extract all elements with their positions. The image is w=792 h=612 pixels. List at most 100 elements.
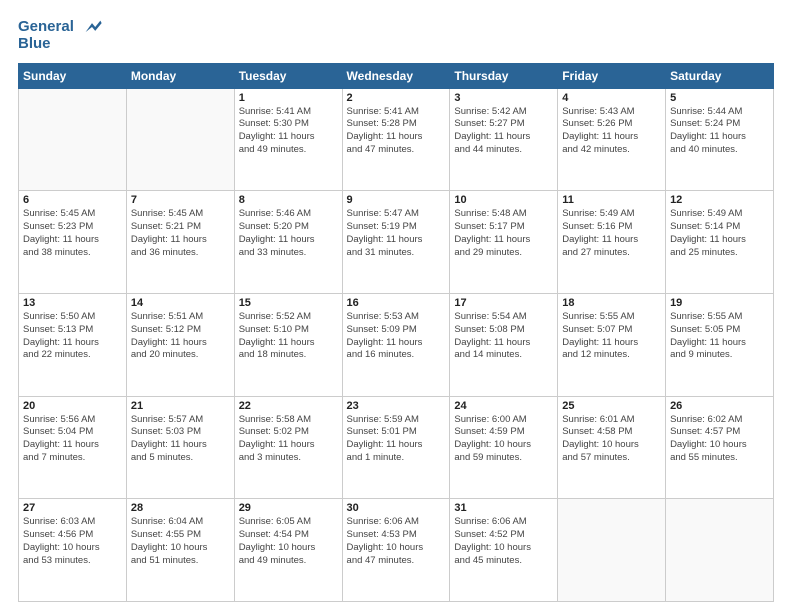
calendar-week-row: 27Sunrise: 6:03 AM Sunset: 4:56 PM Dayli… (19, 499, 774, 602)
day-number: 29 (239, 502, 338, 514)
day-number: 26 (670, 400, 769, 412)
day-detail: Sunrise: 6:06 AM Sunset: 4:52 PM Dayligh… (454, 516, 553, 567)
table-row: 16 Sunrise: 5:53 AM Sunset: 5:09 PM Dayli… (342, 293, 450, 396)
table-row: 25 Sunrise: 6:01 AM Sunset: 4:58 PM Dayli… (558, 396, 666, 499)
day-number: 14 (131, 297, 230, 309)
table-row: 5Sunrise: 5:44 AM Sunset: 5:24 PM Daylig… (666, 88, 774, 191)
day-number: 4 (562, 92, 661, 104)
day-number: 19 (670, 297, 769, 309)
table-row: 17 Sunrise: 5:54 AM Sunset: 5:08 PM Dayli… (450, 293, 558, 396)
day-number: 18 (562, 297, 661, 309)
table-row (666, 499, 774, 602)
day-detail: Sunrise: 5:56 AM Sunset: 5:04 PM Dayligh… (23, 414, 122, 465)
day-detail: Sunrise: 5:48 AM Sunset: 5:17 PM Dayligh… (454, 208, 553, 259)
day-detail: Sunrise: 5:57 AM Sunset: 5:03 PM Dayligh… (131, 414, 230, 465)
day-detail: Sunrise: 5:50 AM Sunset: 5:13 PM Dayligh… (23, 311, 122, 362)
day-detail: Sunrise: 6:05 AM Sunset: 4:54 PM Dayligh… (239, 516, 338, 567)
day-detail: Sunrise: 5:55 AM Sunset: 5:05 PM Dayligh… (670, 311, 769, 362)
logo-general: General (18, 18, 74, 35)
day-number: 10 (454, 194, 553, 206)
table-row (19, 88, 127, 191)
day-number: 20 (23, 400, 122, 412)
day-number: 22 (239, 400, 338, 412)
table-row: 10 Sunrise: 5:48 AM Sunset: 5:17 PM Dayli… (450, 191, 558, 294)
table-row: 26 Sunrise: 6:02 AM Sunset: 4:57 PM Dayli… (666, 396, 774, 499)
table-row: 14 Sunrise: 5:51 AM Sunset: 5:12 PM Dayli… (126, 293, 234, 396)
day-number: 12 (670, 194, 769, 206)
day-number: 1 (239, 92, 338, 104)
day-detail: Sunrise: 6:06 AM Sunset: 4:53 PM Dayligh… (347, 516, 446, 567)
day-number: 8 (239, 194, 338, 206)
col-tuesday: Tuesday (234, 63, 342, 88)
day-detail: Sunrise: 6:03 AM Sunset: 4:56 PM Dayligh… (23, 516, 122, 567)
day-detail: Sunrise: 5:51 AM Sunset: 5:12 PM Dayligh… (131, 311, 230, 362)
table-row: 18 Sunrise: 5:55 AM Sunset: 5:07 PM Dayli… (558, 293, 666, 396)
day-number: 7 (131, 194, 230, 206)
day-detail: Sunrise: 5:41 AM Sunset: 5:28 PM Dayligh… (347, 106, 446, 157)
table-row: 21 Sunrise: 5:57 AM Sunset: 5:03 PM Dayli… (126, 396, 234, 499)
day-number: 3 (454, 92, 553, 104)
day-number: 16 (347, 297, 446, 309)
table-row: 3 Sunrise: 5:42 AM Sunset: 5:27 PM Daylig… (450, 88, 558, 191)
day-number: 21 (131, 400, 230, 412)
logo: General Blue (18, 18, 103, 53)
calendar-week-row: 13 Sunrise: 5:50 AM Sunset: 5:13 PM Dayli… (19, 293, 774, 396)
day-detail: Sunrise: 6:01 AM Sunset: 4:58 PM Dayligh… (562, 414, 661, 465)
col-wednesday: Wednesday (342, 63, 450, 88)
day-detail: Sunrise: 5:54 AM Sunset: 5:08 PM Dayligh… (454, 311, 553, 362)
day-number: 13 (23, 297, 122, 309)
day-number: 2 (347, 92, 446, 104)
table-row: 12Sunrise: 5:49 AM Sunset: 5:14 PM Dayli… (666, 191, 774, 294)
calendar-header-row: Sunday Monday Tuesday Wednesday Thursday… (19, 63, 774, 88)
table-row: 20 Sunrise: 5:56 AM Sunset: 5:04 PM Dayli… (19, 396, 127, 499)
table-row: 2 Sunrise: 5:41 AM Sunset: 5:28 PM Daylig… (342, 88, 450, 191)
table-row: 22 Sunrise: 5:58 AM Sunset: 5:02 PM Dayli… (234, 396, 342, 499)
day-detail: Sunrise: 5:55 AM Sunset: 5:07 PM Dayligh… (562, 311, 661, 362)
table-row (558, 499, 666, 602)
day-detail: Sunrise: 5:49 AM Sunset: 5:16 PM Dayligh… (562, 208, 661, 259)
logo-bird-icon (81, 18, 103, 36)
day-detail: Sunrise: 5:46 AM Sunset: 5:20 PM Dayligh… (239, 208, 338, 259)
table-row: 4Sunrise: 5:43 AM Sunset: 5:26 PM Daylig… (558, 88, 666, 191)
day-detail: Sunrise: 5:53 AM Sunset: 5:09 PM Dayligh… (347, 311, 446, 362)
day-number: 30 (347, 502, 446, 514)
table-row: 9 Sunrise: 5:47 AM Sunset: 5:19 PM Daylig… (342, 191, 450, 294)
day-detail: Sunrise: 6:02 AM Sunset: 4:57 PM Dayligh… (670, 414, 769, 465)
table-row: 27Sunrise: 6:03 AM Sunset: 4:56 PM Dayli… (19, 499, 127, 602)
table-row: 1 Sunrise: 5:41 AM Sunset: 5:30 PM Daylig… (234, 88, 342, 191)
day-detail: Sunrise: 5:44 AM Sunset: 5:24 PM Dayligh… (670, 106, 769, 157)
table-row: 23Sunrise: 5:59 AM Sunset: 5:01 PM Dayli… (342, 396, 450, 499)
day-detail: Sunrise: 6:00 AM Sunset: 4:59 PM Dayligh… (454, 414, 553, 465)
day-number: 23 (347, 400, 446, 412)
calendar-week-row: 20 Sunrise: 5:56 AM Sunset: 5:04 PM Dayli… (19, 396, 774, 499)
table-row: 30 Sunrise: 6:06 AM Sunset: 4:53 PM Dayli… (342, 499, 450, 602)
day-number: 28 (131, 502, 230, 514)
table-row: 19 Sunrise: 5:55 AM Sunset: 5:05 PM Dayli… (666, 293, 774, 396)
day-detail: Sunrise: 5:41 AM Sunset: 5:30 PM Dayligh… (239, 106, 338, 157)
day-detail: Sunrise: 5:42 AM Sunset: 5:27 PM Dayligh… (454, 106, 553, 157)
day-number: 15 (239, 297, 338, 309)
day-number: 11 (562, 194, 661, 206)
day-detail: Sunrise: 5:45 AM Sunset: 5:23 PM Dayligh… (23, 208, 122, 259)
day-number: 25 (562, 400, 661, 412)
day-detail: Sunrise: 5:58 AM Sunset: 5:02 PM Dayligh… (239, 414, 338, 465)
table-row: 11 Sunrise: 5:49 AM Sunset: 5:16 PM Dayli… (558, 191, 666, 294)
day-number: 9 (347, 194, 446, 206)
calendar-page: General Blue Sunday Monday Tuesday Wedne… (0, 0, 792, 612)
col-saturday: Saturday (666, 63, 774, 88)
day-detail: Sunrise: 5:45 AM Sunset: 5:21 PM Dayligh… (131, 208, 230, 259)
table-row: 6 Sunrise: 5:45 AM Sunset: 5:23 PM Daylig… (19, 191, 127, 294)
table-row (126, 88, 234, 191)
day-number: 31 (454, 502, 553, 514)
calendar-table: Sunday Monday Tuesday Wednesday Thursday… (18, 63, 774, 602)
table-row: 13 Sunrise: 5:50 AM Sunset: 5:13 PM Dayli… (19, 293, 127, 396)
day-detail: Sunrise: 5:47 AM Sunset: 5:19 PM Dayligh… (347, 208, 446, 259)
day-number: 6 (23, 194, 122, 206)
day-detail: Sunrise: 6:04 AM Sunset: 4:55 PM Dayligh… (131, 516, 230, 567)
col-friday: Friday (558, 63, 666, 88)
day-number: 17 (454, 297, 553, 309)
table-row: 15Sunrise: 5:52 AM Sunset: 5:10 PM Dayli… (234, 293, 342, 396)
header: General Blue (18, 18, 774, 53)
logo-blue: Blue (18, 36, 103, 53)
table-row: 24Sunrise: 6:00 AM Sunset: 4:59 PM Dayli… (450, 396, 558, 499)
